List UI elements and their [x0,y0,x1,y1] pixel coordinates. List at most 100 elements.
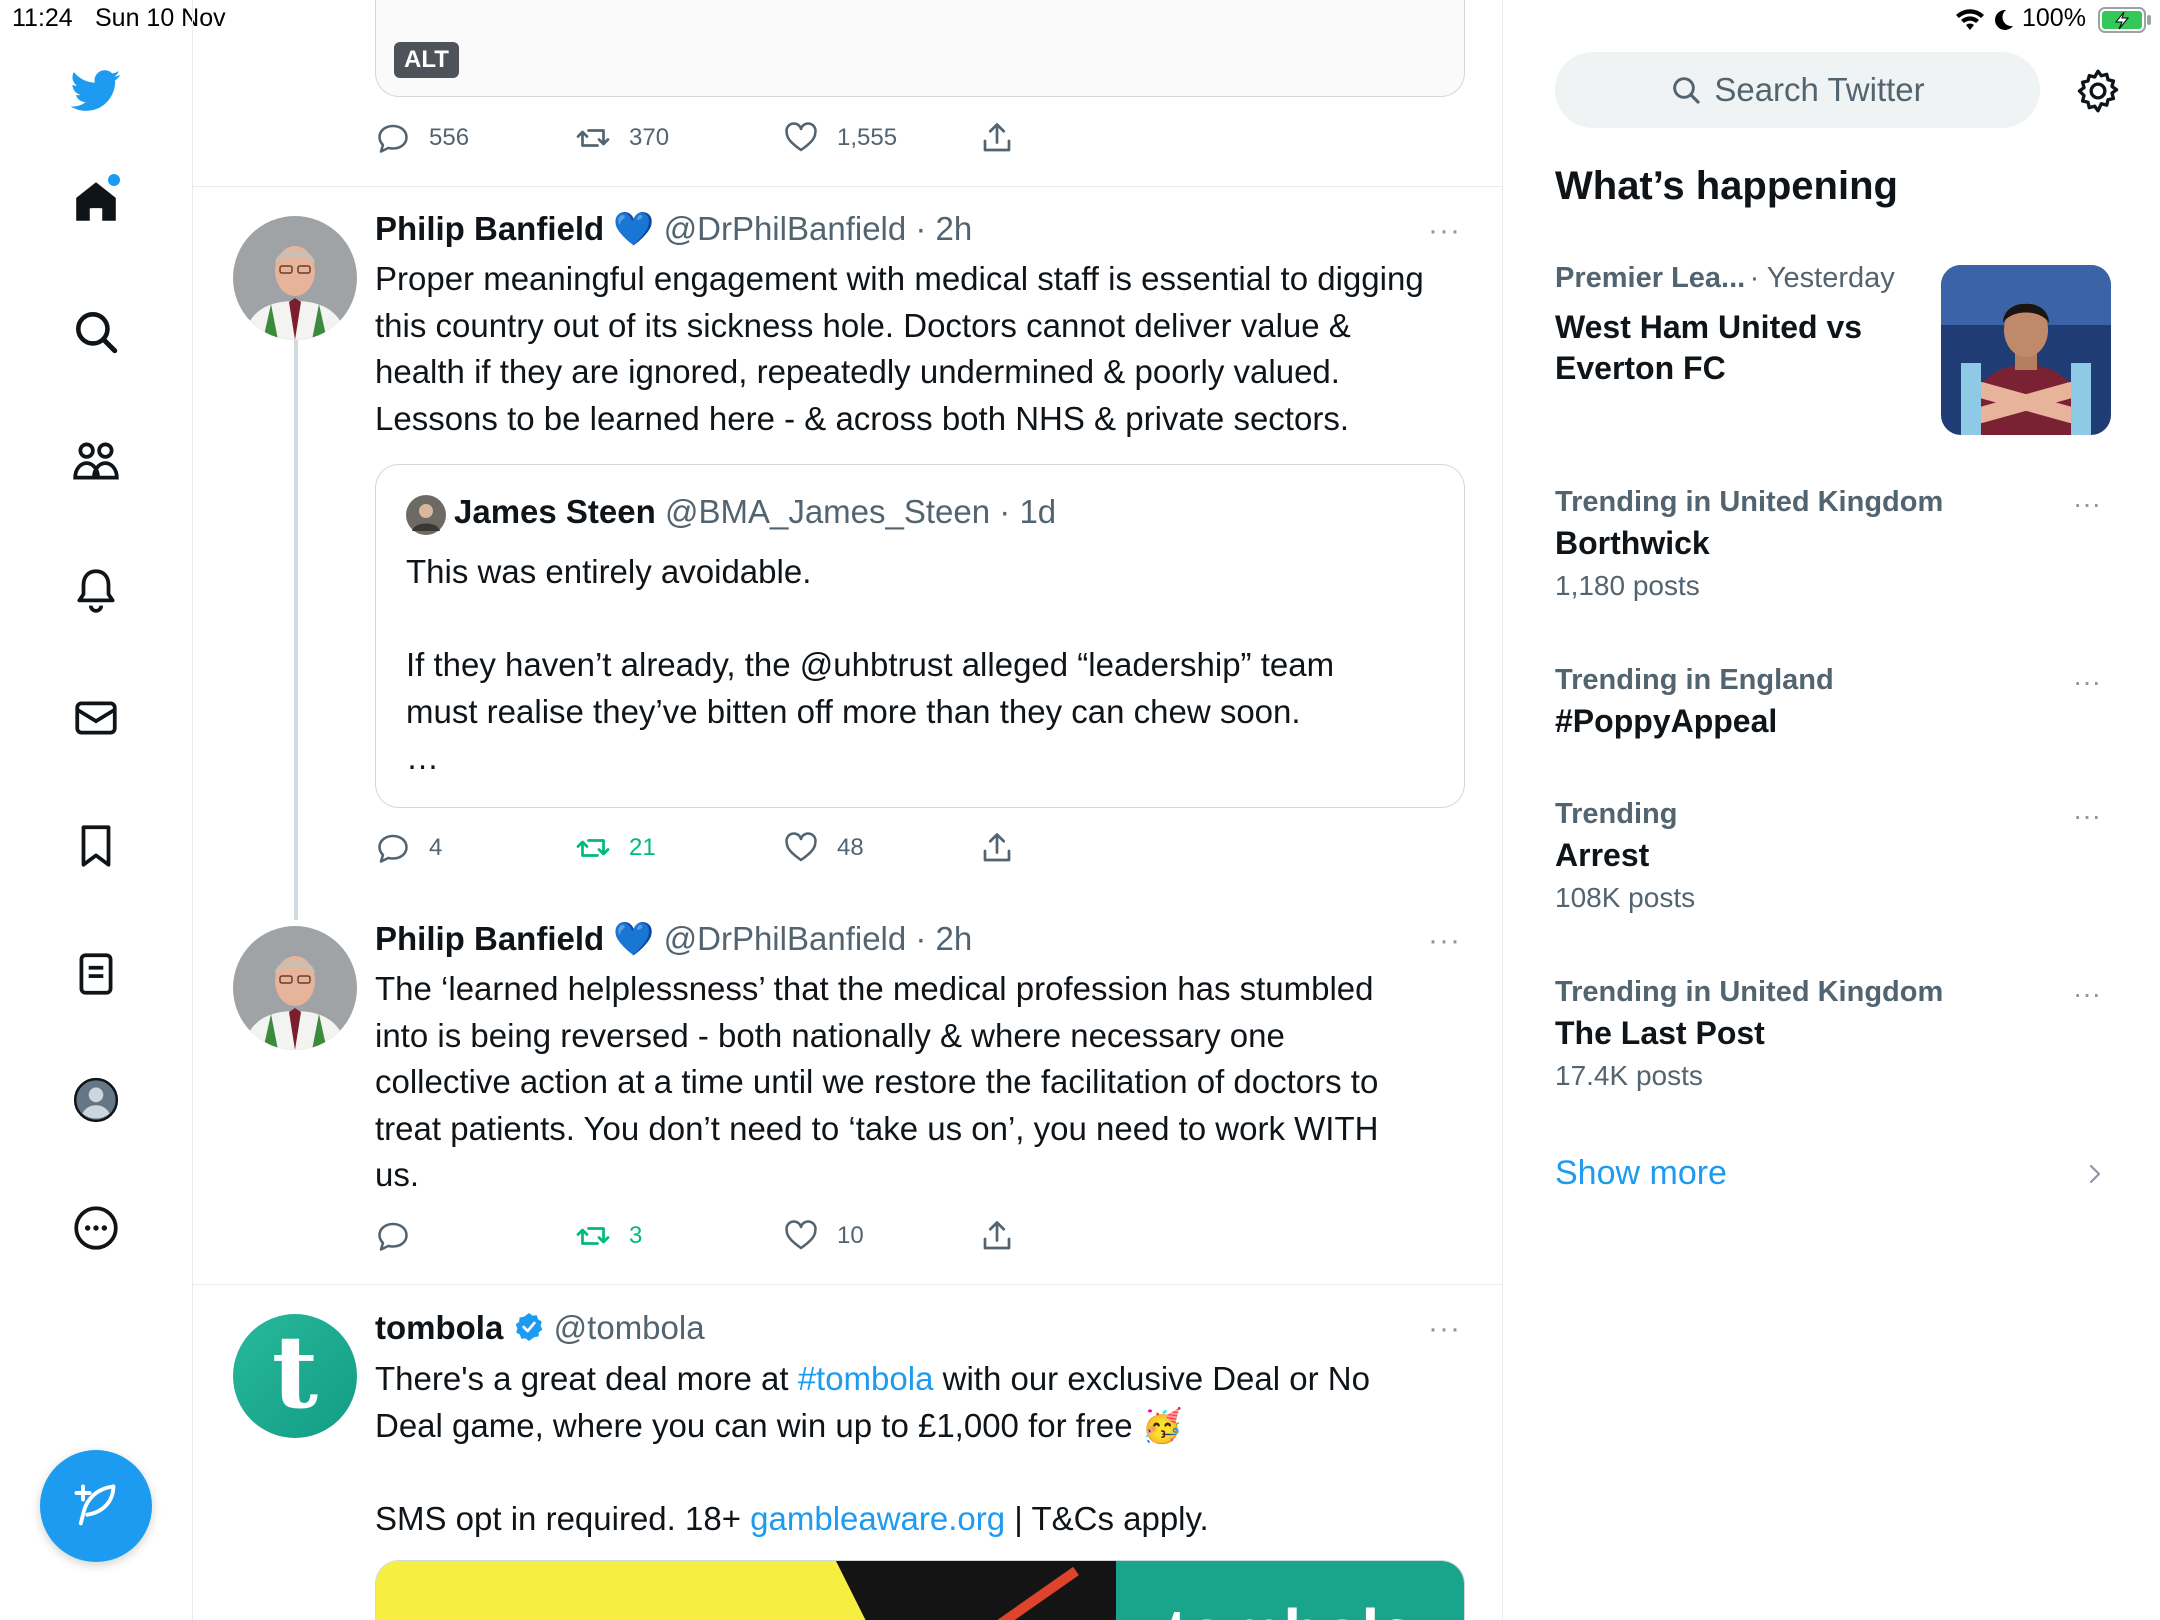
tweet3-text-part1: There's a great deal more at [375,1360,798,1397]
reply-count: 4 [429,834,443,861]
nav-notifications[interactable] [62,556,130,624]
share-button[interactable] [979,118,1015,158]
trend-item[interactable]: Trending Arrest 108K posts [1555,798,2115,914]
tweet2-text: The ‘learned helplessness’ that the medi… [375,970,1379,1193]
author-name[interactable]: Philip Banfield [375,920,604,957]
blue-heart-emoji: 💙 [613,920,655,957]
tweet2-actions: 3 10 [375,1216,1375,1256]
retweet-count: 3 [629,1222,643,1249]
tweet-divider [193,186,1502,187]
trend-count: 108K posts [1555,882,1696,913]
show-more-link[interactable]: Show more [1555,1154,1727,1193]
author-handle-time[interactable]: @DrPhilBanfield · 2h [664,210,973,247]
tweet-more-icon[interactable]: ··· [1428,214,1461,248]
quoted-author-handle: @BMA_James_Steen · 1d [664,493,1057,530]
avatar-portrait [233,216,357,340]
nav-messages[interactable] [62,684,130,752]
quoted-author-name: James Steen [454,493,656,530]
trend-more-icon[interactable]: ··· [2073,666,2101,698]
author-name[interactable]: Philip Banfield [375,210,604,247]
author-handle-time[interactable]: @DrPhilBanfield · 2h [664,920,973,957]
alt-badge[interactable]: ALT [394,42,459,78]
trend-more-icon[interactable]: ··· [2073,800,2101,832]
gear-icon [2077,69,2119,113]
like-button[interactable]: 48 [783,828,864,868]
like-button[interactable]: 10 [783,1216,864,1256]
nav-communities[interactable] [62,427,130,495]
tweet1-text: Proper meaningful engagement with medica… [375,260,1424,437]
quoted-tweet[interactable]: James Steen @BMA_James_Steen · 1d This w… [375,464,1465,808]
football-player-photo [1941,265,2111,435]
more-circle-icon [74,1206,118,1250]
settings-button[interactable] [2073,66,2123,116]
nav-profile[interactable] [62,1066,130,1134]
nav-bookmarks[interactable] [62,812,130,880]
retweet-icon [576,839,610,857]
hashtag-link[interactable]: #tombola [798,1360,934,1397]
top-tweet-media[interactable]: ALT [375,0,1465,97]
trend-item[interactable]: Trending in United Kingdom The Last Post… [1555,976,2115,1092]
tweet3-text-line2: SMS opt in required. 18+ gambleaware.org… [375,1496,1465,1543]
share-icon [983,123,1011,152]
communities-icon [73,442,119,480]
trend-count: 17.4K posts [1555,1060,1703,1091]
trend-more-icon[interactable]: ··· [2073,978,2101,1010]
heart-icon [785,122,817,152]
gambleaware-link[interactable]: gambleaware.org [750,1500,1005,1537]
reply-button[interactable]: 556 [375,118,469,158]
thread-line [294,340,298,920]
share-button[interactable] [979,828,1015,868]
retweet-count: 21 [629,834,656,861]
trend-title: The Last Post [1555,1015,1765,1051]
home-notification-dot [108,174,120,186]
search-icon [1673,77,1700,104]
nav-explore[interactable] [62,298,130,366]
tweet-more-icon[interactable]: ··· [1428,1312,1461,1346]
philip-banfield-avatar[interactable] [233,216,357,340]
philip-banfield-avatar[interactable] [233,926,357,1050]
featured-trend-image[interactable] [1941,265,2111,435]
retweet-button[interactable]: 21 [575,828,656,868]
like-count: 1,555 [837,124,898,151]
trend-title: Borthwick [1555,525,1710,561]
tweet-more-icon[interactable]: ··· [1428,924,1461,958]
avatar-portrait [233,926,357,1050]
right-sidebar: Search Twitter What’s happening Premier … [1503,0,2160,1620]
tweet3-text-part3: SMS opt in required. 18+ [375,1500,751,1537]
reply-count: 556 [429,124,470,151]
nav-more[interactable] [62,1194,130,1262]
reply-button[interactable] [375,1216,411,1256]
trend-item[interactable]: Trending in United Kingdom Borthwick 1,1… [1555,486,2115,602]
tweet-divider [193,1284,1502,1285]
tombola-avatar[interactable]: t [233,1314,357,1438]
retweet-button[interactable]: 3 [575,1216,642,1256]
trend-count: 1,180 posts [1555,570,1700,601]
retweet-button[interactable]: 370 [575,118,669,158]
author-handle[interactable]: @tombola [554,1309,705,1346]
retweet-count: 370 [629,124,670,151]
trend-more-icon[interactable]: ··· [2073,488,2101,520]
compose-tweet-button[interactable] [40,1450,152,1562]
twitter-logo[interactable] [62,56,130,124]
search-input[interactable]: Search Twitter [1555,52,2040,128]
share-icon [983,833,1011,862]
tombola-avatar-letter: t [271,1314,319,1431]
tweet3-text: There's a great deal more at #tombola wi… [375,1356,1465,1449]
trend-item[interactable]: Trending in England #PoppyAppeal [1555,664,2115,740]
profile-avatar-icon [73,1077,119,1123]
nav-lists[interactable] [62,940,130,1008]
reply-icon [378,124,408,153]
search-icon [76,312,118,354]
heart-icon [785,1220,817,1250]
author-name[interactable]: tombola [375,1309,503,1346]
like-button[interactable]: 1,555 [783,118,897,158]
tweet3-text-part4: | T&Cs apply. [1005,1500,1209,1537]
reply-button[interactable]: 4 [375,828,442,868]
share-button[interactable] [979,1216,1015,1256]
timeline: ALT 556 370 1,555 Philip Banfield 💙 @DrP… [193,0,1503,1620]
left-nav [0,0,193,1620]
chevron-right-icon[interactable] [2085,1160,2105,1188]
trend-category: Trending [1555,798,1678,830]
tombola-ad-media[interactable]: tombola [375,1560,1465,1620]
like-count: 48 [837,834,864,861]
